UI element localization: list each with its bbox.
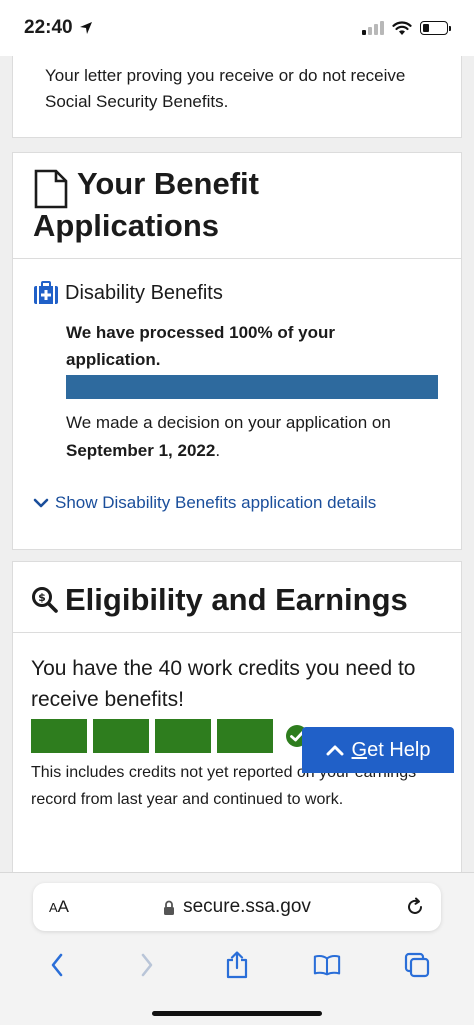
eligibility-card: $ Eligibility and Earnings You have the … (12, 561, 462, 876)
aa-small: A (49, 900, 58, 915)
back-button[interactable] (43, 951, 71, 979)
tabs-button[interactable] (403, 951, 431, 979)
tabs-icon (404, 952, 430, 978)
home-indicator (152, 1011, 322, 1016)
letter-description: Your letter proving you receive or do no… (45, 66, 406, 111)
bookmarks-button[interactable] (313, 951, 341, 979)
decision-suffix: . (215, 441, 221, 460)
benefit-applications-card: Your Benefit Applications Disability Ben… (12, 152, 462, 550)
status-icons (362, 20, 451, 36)
progress-fill (66, 375, 438, 399)
status-bar: 22:40 (0, 0, 474, 56)
reader-aa-button[interactable]: AA (49, 897, 69, 917)
wifi-icon (392, 20, 412, 35)
location-arrow-icon (79, 22, 92, 34)
application-progress-bar (66, 375, 438, 399)
reload-icon[interactable] (405, 897, 425, 917)
benefit-applications-title: Your Benefit Applications (33, 167, 259, 242)
url-display[interactable]: secure.ssa.gov (163, 896, 311, 918)
credits-message: You have the 40 work credits you need to… (31, 657, 416, 711)
status-time: 22:40 (24, 17, 93, 39)
decision-date: September 1, 2022 (66, 441, 216, 460)
processed-status: We have processed 100% of your applicati… (66, 323, 335, 369)
url-text: secure.ssa.gov (183, 896, 311, 917)
benefit-title: Disability Benefits (33, 281, 441, 305)
share-icon (226, 951, 248, 979)
search-dollar-icon: $ (32, 587, 58, 613)
medical-kit-icon (34, 281, 58, 304)
credit-bar (93, 719, 149, 753)
credit-bar (31, 719, 87, 753)
eligibility-header: $ Eligibility and Earnings (13, 562, 461, 633)
address-bar[interactable]: AA secure.ssa.gov (33, 883, 441, 931)
decision-text: We made a decision on your application o… (66, 409, 438, 465)
letter-card: Your letter proving you receive or do no… (12, 56, 462, 138)
get-help-label: Get Help (352, 739, 431, 762)
cellular-signal-icon (362, 21, 384, 35)
title-line-2: Applications (33, 208, 220, 243)
show-details-link[interactable]: Show Disability Benefits application det… (33, 493, 441, 513)
chevron-down-icon (33, 498, 49, 508)
get-help-label-first: G (351, 738, 368, 761)
lock-icon (164, 900, 175, 915)
book-icon (313, 955, 341, 976)
aa-big: A (57, 897, 70, 916)
chevron-right-icon (141, 953, 153, 977)
battery-icon (420, 21, 451, 35)
show-details-label[interactable]: Show Disability Benefits application det… (55, 493, 376, 513)
browser-nav-toolbar (0, 945, 474, 985)
clock-text: 22:40 (24, 17, 73, 38)
chevron-left-icon (51, 953, 63, 977)
svg-text:$: $ (38, 591, 46, 604)
document-icon (34, 169, 68, 209)
safari-toolbar: AA secure.ssa.gov (0, 872, 474, 1025)
benefit-applications-header: Your Benefit Applications (13, 153, 461, 259)
chevron-up-icon (326, 745, 344, 756)
benefit-name: Disability Benefits (65, 281, 223, 304)
get-help-label-rest: et Help (367, 738, 431, 761)
eligibility-title: Eligibility and Earnings (65, 582, 408, 617)
get-help-button[interactable]: Get Help (302, 727, 454, 773)
share-button[interactable] (223, 951, 251, 979)
title-line-1: Your Benefit (77, 166, 259, 201)
disability-benefit-section: Disability Benefits We have processed 10… (13, 259, 461, 513)
decision-prefix: We made a decision on your application o… (66, 413, 391, 432)
credit-bar (217, 719, 273, 753)
forward-button[interactable] (133, 951, 161, 979)
credit-bar (155, 719, 211, 753)
